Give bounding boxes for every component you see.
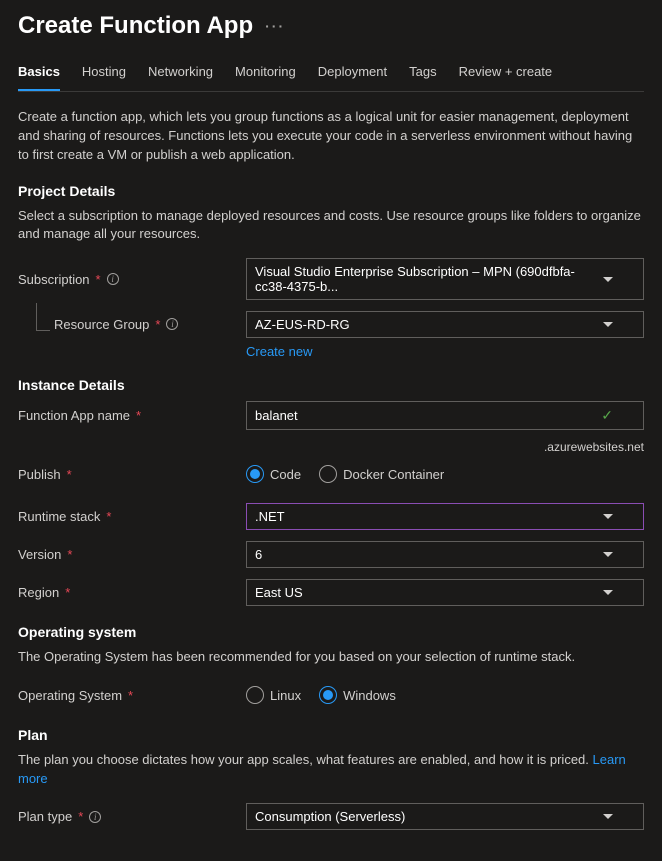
section-os-desc: The Operating System has been recommende… <box>18 648 644 667</box>
radio-windows[interactable]: Windows <box>319 686 396 704</box>
label-function-name: Function App name * <box>18 408 246 423</box>
plan-type-dropdown[interactable]: Consumption (Serverless) <box>246 803 644 830</box>
label-runtime: Runtime stack * <box>18 509 246 524</box>
chevron-down-icon <box>603 814 613 819</box>
row-plan-type: Plan type * i Consumption (Serverless) <box>18 803 644 831</box>
radio-circle-icon <box>246 686 264 704</box>
section-plan-title: Plan <box>18 727 644 743</box>
label-publish-text: Publish <box>18 467 61 482</box>
plan-type-value: Consumption (Serverless) <box>255 809 405 824</box>
more-icon[interactable]: ··· <box>265 18 285 34</box>
runtime-value: .NET <box>255 509 285 524</box>
radio-circle-icon <box>319 465 337 483</box>
row-resource-group: Resource Group * i AZ-EUS-RD-RG <box>18 310 644 338</box>
label-os-text: Operating System <box>18 688 122 703</box>
chevron-down-icon <box>603 590 613 595</box>
create-new-link[interactable]: Create new <box>246 344 312 359</box>
label-plan-type-text: Plan type <box>18 809 72 824</box>
tab-deployment[interactable]: Deployment <box>318 64 387 91</box>
name-suffix: .azurewebsites.net <box>18 440 644 454</box>
label-resource-group: Resource Group * i <box>18 317 246 332</box>
section-plan-desc: The plan you choose dictates how your ap… <box>18 751 644 789</box>
label-subscription-text: Subscription <box>18 272 90 287</box>
info-icon[interactable]: i <box>89 811 101 823</box>
os-radio-group: Linux Windows <box>246 686 644 704</box>
function-name-input[interactable]: balanet ✓ <box>246 401 644 430</box>
row-publish: Publish * Code Docker Container <box>18 460 644 488</box>
page-title: Create Function App ··· <box>18 12 644 40</box>
plan-desc-text: The plan you choose dictates how your ap… <box>18 752 589 767</box>
label-region: Region * <box>18 585 246 600</box>
info-icon[interactable]: i <box>107 273 119 285</box>
runtime-dropdown[interactable]: .NET <box>246 503 644 530</box>
label-version: Version * <box>18 547 246 562</box>
tab-networking[interactable]: Networking <box>148 64 213 91</box>
tree-connector-icon <box>36 303 50 331</box>
radio-docker[interactable]: Docker Container <box>319 465 444 483</box>
radio-docker-label: Docker Container <box>343 467 444 482</box>
version-value: 6 <box>255 547 262 562</box>
radio-code-label: Code <box>270 467 301 482</box>
section-project-desc: Select a subscription to manage deployed… <box>18 207 644 245</box>
row-version: Version * 6 <box>18 540 644 568</box>
subscription-dropdown[interactable]: Visual Studio Enterprise Subscription – … <box>246 258 644 300</box>
radio-code[interactable]: Code <box>246 465 301 483</box>
intro-text: Create a function app, which lets you gr… <box>18 108 644 165</box>
label-publish: Publish * <box>18 467 246 482</box>
required-asterisk: * <box>67 467 72 482</box>
label-runtime-text: Runtime stack <box>18 509 100 524</box>
required-asterisk: * <box>106 509 111 524</box>
subscription-value: Visual Studio Enterprise Subscription – … <box>255 264 603 294</box>
region-dropdown[interactable]: East US <box>246 579 644 606</box>
label-version-text: Version <box>18 547 61 562</box>
label-os: Operating System * <box>18 688 246 703</box>
tab-review-create[interactable]: Review + create <box>459 64 553 91</box>
radio-circle-icon <box>246 465 264 483</box>
label-function-name-text: Function App name <box>18 408 130 423</box>
row-region: Region * East US <box>18 578 644 606</box>
tab-hosting[interactable]: Hosting <box>82 64 126 91</box>
radio-circle-icon <box>319 686 337 704</box>
tabs: Basics Hosting Networking Monitoring Dep… <box>18 64 644 92</box>
publish-radio-group: Code Docker Container <box>246 465 644 483</box>
required-asterisk: * <box>78 809 83 824</box>
version-dropdown[interactable]: 6 <box>246 541 644 568</box>
section-instance-title: Instance Details <box>18 377 644 393</box>
row-runtime: Runtime stack * .NET <box>18 502 644 530</box>
required-asterisk: * <box>67 547 72 562</box>
check-icon: ✓ <box>601 407 613 424</box>
label-plan-type: Plan type * i <box>18 809 246 824</box>
row-function-name: Function App name * balanet ✓ <box>18 401 644 430</box>
section-os-title: Operating system <box>18 624 644 640</box>
radio-windows-label: Windows <box>343 688 396 703</box>
required-asterisk: * <box>65 585 70 600</box>
tab-basics[interactable]: Basics <box>18 64 60 91</box>
section-project-title: Project Details <box>18 183 644 199</box>
title-text: Create Function App <box>18 12 253 40</box>
required-asterisk: * <box>155 317 160 332</box>
chevron-down-icon <box>603 552 613 557</box>
required-asterisk: * <box>128 688 133 703</box>
info-icon[interactable]: i <box>166 318 178 330</box>
row-subscription: Subscription * i Visual Studio Enterpris… <box>18 258 644 300</box>
function-name-value: balanet <box>255 408 298 423</box>
required-asterisk: * <box>96 272 101 287</box>
chevron-down-icon <box>603 277 613 282</box>
tab-tags[interactable]: Tags <box>409 64 436 91</box>
row-os: Operating System * Linux Windows <box>18 681 644 709</box>
region-value: East US <box>255 585 303 600</box>
label-resource-group-text: Resource Group <box>54 317 149 332</box>
label-region-text: Region <box>18 585 59 600</box>
radio-linux-label: Linux <box>270 688 301 703</box>
chevron-down-icon <box>603 514 613 519</box>
tab-monitoring[interactable]: Monitoring <box>235 64 296 91</box>
label-subscription: Subscription * i <box>18 272 246 287</box>
radio-linux[interactable]: Linux <box>246 686 301 704</box>
required-asterisk: * <box>136 408 141 423</box>
chevron-down-icon <box>603 322 613 327</box>
resource-group-dropdown[interactable]: AZ-EUS-RD-RG <box>246 311 644 338</box>
resource-group-value: AZ-EUS-RD-RG <box>255 317 350 332</box>
